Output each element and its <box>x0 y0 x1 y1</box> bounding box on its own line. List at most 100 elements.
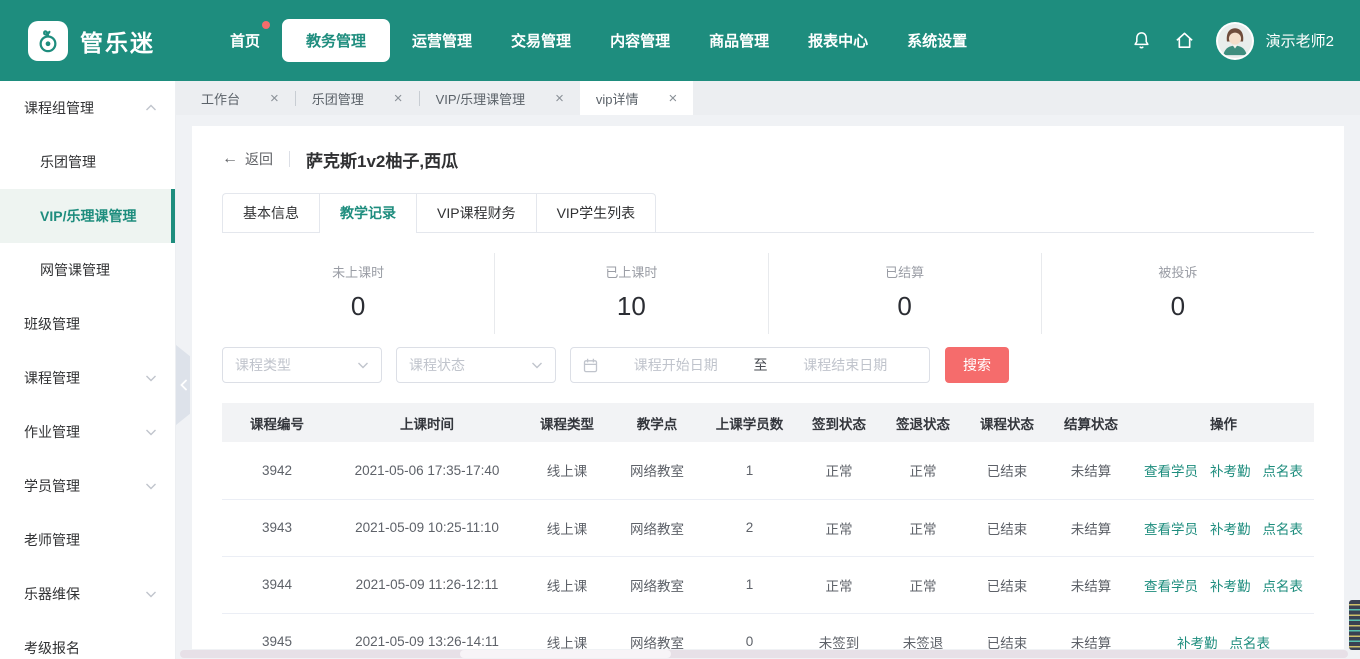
table-cell-id: 3944 <box>222 556 332 613</box>
sidebar-item[interactable]: 乐器维保 <box>0 567 175 621</box>
sidebar-item[interactable]: 课程组管理 <box>0 81 175 135</box>
sidebar-item-label: 学员管理 <box>24 476 80 496</box>
brand[interactable]: 管乐迷 <box>28 21 155 61</box>
row-action-link[interactable]: 查看学员 <box>1144 579 1198 594</box>
sidebar-item[interactable]: 老师管理 <box>0 513 175 567</box>
sidebar-subitem[interactable]: VIP/乐理课管理 <box>0 189 175 243</box>
close-icon[interactable]: × <box>394 91 403 106</box>
bell-icon[interactable] <box>1130 29 1153 52</box>
table-cell-checkout: 未签退 <box>881 613 965 649</box>
nav-menu-item[interactable]: 运营管理 <box>395 20 489 61</box>
date-start-input[interactable] <box>604 356 748 374</box>
close-icon[interactable]: × <box>555 91 564 106</box>
course-type-select[interactable]: 课程类型 <box>222 347 382 383</box>
avatar[interactable] <box>1216 22 1254 60</box>
horizontal-scrollbar[interactable] <box>180 650 1348 658</box>
stat-block: 已上课时10 <box>495 253 768 334</box>
table-column-header: 课程类型 <box>522 403 612 442</box>
table-row: 39442021-05-09 11:26-12:11线上课网络教室1正常正常已结… <box>222 556 1314 613</box>
sidebar-item-label: 老师管理 <box>24 530 80 550</box>
table-cell-location: 网络教室 <box>612 442 702 499</box>
scrollbar-thumb[interactable] <box>460 650 670 658</box>
nav-menu-item[interactable]: 内容管理 <box>593 20 687 61</box>
row-action-link[interactable]: 查看学员 <box>1144 464 1198 479</box>
stat-block: 未上课时0 <box>222 253 495 334</box>
workspace-tab-label: 乐团管理 <box>312 89 364 108</box>
table-cell-checkout: 正常 <box>881 556 965 613</box>
row-action-link[interactable]: 补考勤 <box>1210 464 1251 479</box>
nav-menu-item[interactable]: 系统设置 <box>890 20 984 61</box>
row-action-link[interactable]: 点名表 <box>1230 636 1271 650</box>
table-column-header: 结算状态 <box>1049 403 1133 442</box>
sidebar-item-label: 班级管理 <box>24 314 80 334</box>
stat-value: 0 <box>1042 291 1314 322</box>
stat-value: 10 <box>495 291 767 322</box>
table-cell-checkin: 正常 <box>797 442 881 499</box>
nav-menu-item[interactable]: 交易管理 <box>494 20 588 61</box>
detail-tab[interactable]: VIP课程财务 <box>416 193 536 232</box>
nav-menu-item[interactable]: 教务管理 <box>282 19 390 62</box>
detail-tab[interactable]: 教学记录 <box>319 193 416 232</box>
nav-menu-item[interactable]: 商品管理 <box>692 20 786 61</box>
sidebar-subitem[interactable]: 网管课管理 <box>0 243 175 297</box>
stats-row: 未上课时0已上课时10已结算0被投诉0 <box>222 253 1314 334</box>
nav-menu-item-label: 运营管理 <box>412 33 472 50</box>
detail-tabs: 基本信息教学记录VIP课程财务VIP学生列表 <box>222 193 1314 233</box>
table-cell-settle: 未结算 <box>1049 613 1133 649</box>
collapse-sidebar-handle[interactable] <box>176 345 190 425</box>
sidebar-item[interactable]: 班级管理 <box>0 297 175 351</box>
row-action-link[interactable]: 补考勤 <box>1210 522 1251 537</box>
chevron-down-icon <box>145 481 157 491</box>
table-cell-actions: 查看学员补考勤点名表 <box>1133 442 1314 499</box>
nav-menu-item[interactable]: 首页 <box>213 20 277 61</box>
search-button[interactable]: 搜索 <box>945 347 1009 383</box>
workspace-tab[interactable]: 工作台 × <box>185 81 295 115</box>
workspace-tab[interactable]: VIP/乐理课管理× <box>420 81 580 115</box>
close-icon[interactable]: × <box>270 91 279 106</box>
detail-tab[interactable]: 基本信息 <box>222 193 319 232</box>
user-name[interactable]: 演示老师2 <box>1266 30 1334 51</box>
side-widget[interactable] <box>1349 600 1360 650</box>
sidebar-item[interactable]: 课程管理 <box>0 351 175 405</box>
sidebar-item-label: 作业管理 <box>24 422 80 442</box>
row-action-link[interactable]: 点名表 <box>1263 464 1304 479</box>
top-navbar: 管乐迷 首页教务管理 运营管理 交易管理内容管理商品管理报表中心系统设置 <box>0 0 1360 81</box>
table-cell-time: 2021-05-06 17:35-17:40 <box>332 442 522 499</box>
table-body: 39422021-05-06 17:35-17:40线上课网络教室1正常正常已结… <box>222 442 1314 649</box>
table-cell-time: 2021-05-09 11:26-12:11 <box>332 556 522 613</box>
table-cell-students: 0 <box>702 613 797 649</box>
home-icon[interactable] <box>1173 29 1196 52</box>
sidebar-item[interactable]: 考级报名 <box>0 621 175 659</box>
stat-block: 已结算0 <box>769 253 1042 334</box>
course-status-select[interactable]: 课程状态 <box>396 347 556 383</box>
stat-label: 已结算 <box>769 262 1041 281</box>
nav-menu-item[interactable]: 报表中心 <box>791 20 885 61</box>
back-button[interactable]: ← 返回 <box>222 149 273 169</box>
workspace-tab-label: 工作台 <box>201 89 240 108</box>
date-end-input[interactable] <box>774 356 918 374</box>
stat-label: 未上课时 <box>222 262 494 281</box>
row-action-link[interactable]: 点名表 <box>1263 522 1304 537</box>
table-row: 39452021-05-09 13:26-14:11线上课网络教室0未签到未签退… <box>222 613 1314 649</box>
date-range-picker[interactable]: 至 <box>570 347 930 383</box>
table-column-header: 操作 <box>1133 403 1314 442</box>
close-icon[interactable]: × <box>669 91 678 106</box>
sidebar-item[interactable]: 作业管理 <box>0 405 175 459</box>
workspace-tab[interactable]: vip详情× <box>580 81 693 115</box>
row-action-link[interactable]: 补考勤 <box>1177 636 1218 650</box>
table-cell-status: 已结束 <box>965 499 1049 556</box>
detail-tab[interactable]: VIP学生列表 <box>536 193 657 232</box>
course-status-placeholder: 课程状态 <box>409 355 465 375</box>
date-separator: 至 <box>754 355 768 375</box>
table-cell-actions: 查看学员补考勤点名表 <box>1133 499 1314 556</box>
sidebar-submenu: 乐团管理VIP/乐理课管理网管课管理 <box>0 135 175 297</box>
main-layout: 课程组管理乐团管理VIP/乐理课管理网管课管理班级管理课程管理作业管理学员管理老… <box>0 81 1360 659</box>
table-cell-checkin: 正常 <box>797 556 881 613</box>
row-action-link[interactable]: 点名表 <box>1263 579 1304 594</box>
row-action-link[interactable]: 补考勤 <box>1210 579 1251 594</box>
sidebar-item[interactable]: 学员管理 <box>0 459 175 513</box>
sidebar-subitem[interactable]: 乐团管理 <box>0 135 175 189</box>
row-action-link[interactable]: 查看学员 <box>1144 522 1198 537</box>
workspace-tab[interactable]: 乐团管理 × <box>296 81 419 115</box>
table-cell-actions: 补考勤点名表 <box>1133 613 1314 649</box>
